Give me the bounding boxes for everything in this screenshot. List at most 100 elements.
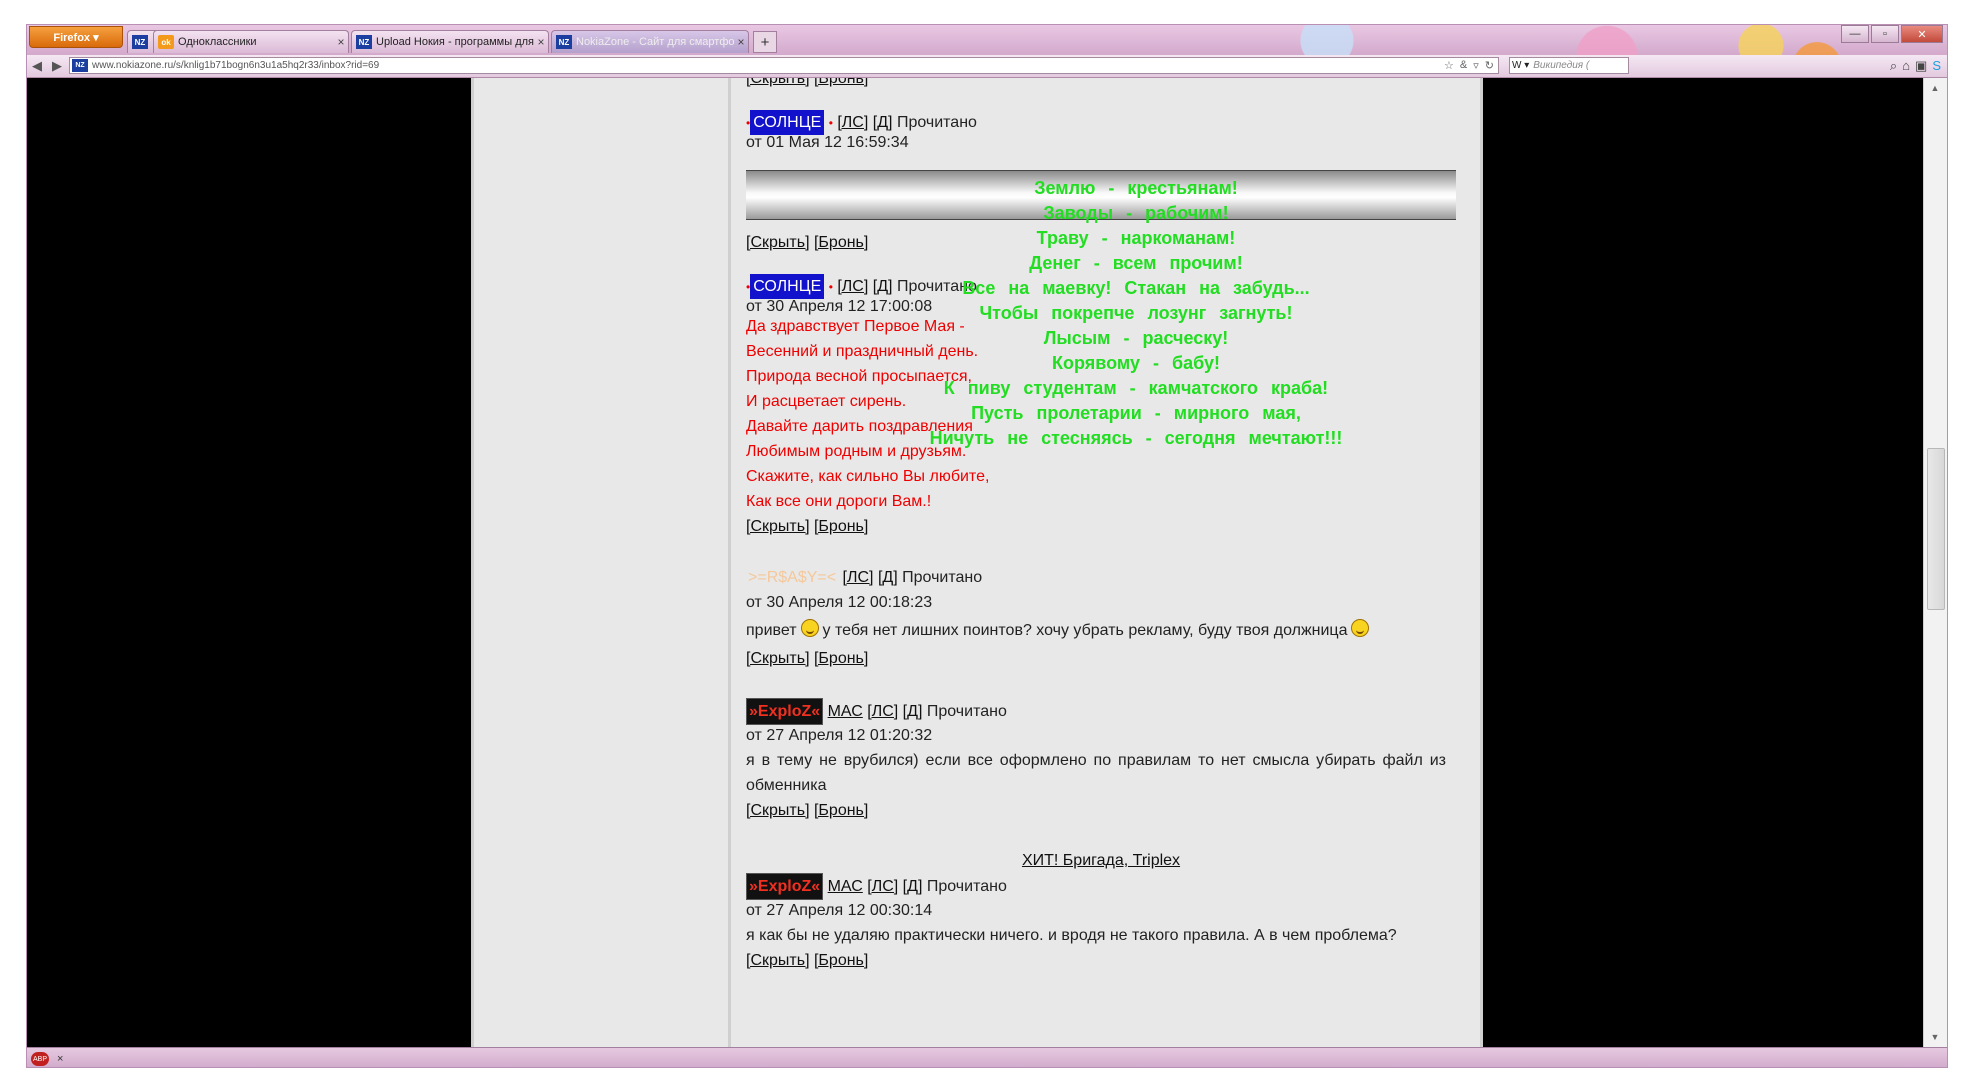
green-poem: Землю - крестьянам! Заводы - рабочим! Тр… bbox=[846, 176, 1426, 451]
tab-close-icon[interactable]: × bbox=[534, 35, 548, 49]
clan-badge: »ExploZ« bbox=[746, 873, 824, 900]
d-link[interactable]: [Д] bbox=[878, 569, 898, 586]
message-text-part: привет bbox=[746, 622, 797, 639]
status-bar: ABP × bbox=[27, 1047, 1947, 1067]
ban-link[interactable]: [Бронь] bbox=[814, 78, 868, 87]
message-actions: [Скрыть] [Бронь] bbox=[746, 514, 868, 539]
tab-label: NokiaZone - Сайт для смартфонов ... bbox=[576, 36, 734, 48]
status-dot-icon: • bbox=[828, 280, 833, 294]
message-date: от 27 Апреля 12 01:20:32 bbox=[746, 727, 933, 744]
home-icon[interactable]: ⌂ bbox=[1902, 58, 1910, 74]
ok-favicon-icon: ok bbox=[158, 35, 174, 49]
search-icon[interactable]: ⌕ bbox=[1890, 58, 1897, 74]
nz-favicon-icon: NZ bbox=[132, 35, 148, 49]
read-status: Прочитано bbox=[926, 703, 1007, 720]
smiley-icon bbox=[800, 619, 819, 637]
poem-line: Землю - крестьянам! bbox=[1034, 178, 1238, 198]
message-text: я как бы не удаляю практически ничего. и… bbox=[746, 927, 1397, 944]
ls-link[interactable]: [ЛС] bbox=[843, 569, 874, 586]
message-date: от 30 Апреля 12 00:18:23 bbox=[746, 594, 933, 611]
tab-bar: Firefox ▾ NZ ok Одноклассники × NZ Uploa… bbox=[27, 25, 1947, 77]
message-header: »ExploZ« МАС [ЛС] [Д] Прочитано bbox=[746, 698, 1007, 725]
user-nick[interactable]: МАС bbox=[828, 703, 863, 720]
topic-link[interactable]: ХИТ! Бригада, Triplex bbox=[1022, 852, 1180, 869]
toolbar-icons: ⌕ ⌂ ▣ S bbox=[1890, 58, 1941, 74]
ban-link[interactable]: [Бронь] bbox=[814, 952, 868, 969]
search-engine-selector[interactable]: W ▾ bbox=[1512, 60, 1529, 71]
tab-close-icon[interactable]: × bbox=[734, 35, 748, 49]
scroll-thumb[interactable] bbox=[1927, 448, 1945, 610]
message-line: Как все они дороги Вам.! bbox=[746, 493, 932, 510]
tab-label: Upload Нокия - программы для см... bbox=[376, 36, 534, 48]
hide-link[interactable]: [Скрыть] bbox=[746, 234, 810, 251]
adblock-icon[interactable]: ABP bbox=[31, 1052, 49, 1066]
new-tab-button[interactable]: + bbox=[753, 31, 777, 53]
user-nick[interactable]: МАС bbox=[828, 878, 863, 895]
site-frame: [Скрыть] [Бронь] • СОЛНЦЕ • [ЛС] [Д] Проч… bbox=[471, 78, 1483, 1047]
hide-link[interactable]: [Скрыть] bbox=[746, 518, 810, 535]
bookmark-star-icon[interactable]: ☆ bbox=[1444, 59, 1454, 72]
address-bar[interactable]: NZ www.nokiazone.ru/s/knlig1b71bogn6n3u1… bbox=[69, 57, 1499, 74]
skype-icon[interactable]: S bbox=[1932, 58, 1941, 74]
ban-link[interactable]: [Бронь] bbox=[814, 518, 868, 535]
firefox-menu-button[interactable]: Firefox ▾ bbox=[29, 26, 123, 48]
vertical-scrollbar[interactable]: ▲ ▼ bbox=[1923, 78, 1947, 1047]
topic-link-row: ХИТ! Бригада, Triplex bbox=[746, 848, 1456, 873]
site-identity-icon: NZ bbox=[72, 59, 88, 72]
browser-window: Firefox ▾ NZ ok Одноклассники × NZ Uploa… bbox=[26, 24, 1948, 1068]
message-text: я в тему не врубился) если все оформлено… bbox=[746, 752, 1446, 794]
back-icon[interactable]: ◀ bbox=[27, 57, 47, 75]
message-header: >=R$A$Y=< [ЛС] [Д] Прочитано bbox=[746, 565, 982, 590]
left-column bbox=[474, 78, 731, 1047]
d-link[interactable]: [Д] bbox=[873, 114, 893, 131]
dropdown-arrow-icon[interactable]: ▿ bbox=[1473, 59, 1479, 72]
search-box[interactable]: W ▾ Википедия ( bbox=[1509, 57, 1629, 74]
maximize-button[interactable]: ▫ bbox=[1871, 25, 1899, 43]
forward-icon[interactable]: ▶ bbox=[47, 57, 67, 75]
message-actions: [Скрыть] [Бронь] bbox=[746, 798, 868, 823]
ls-link[interactable]: [ЛС] bbox=[837, 114, 868, 131]
scroll-down-icon[interactable]: ▼ bbox=[1926, 1029, 1944, 1045]
poem-line: Корявому - бабу! bbox=[1052, 353, 1220, 373]
navigation-bar: ◀ ▶ NZ www.nokiazone.ru/s/knlig1b71bogn6… bbox=[27, 55, 1947, 78]
message-date: от 01 Мая 12 16:59:34 bbox=[746, 134, 909, 151]
minimize-button[interactable]: — bbox=[1841, 25, 1869, 43]
user-nick[interactable]: >=R$A$Y=< bbox=[746, 565, 838, 590]
ban-link[interactable]: [Бронь] bbox=[814, 802, 868, 819]
status-dot-icon: • bbox=[828, 116, 833, 130]
window-controls: — ▫ ✕ bbox=[1841, 25, 1943, 43]
ls-link[interactable]: [ЛС] bbox=[867, 878, 898, 895]
poem-line: Заводы - рабочим! bbox=[1043, 203, 1229, 223]
hide-link[interactable]: [Скрыть] bbox=[746, 78, 810, 87]
ban-link[interactable]: [Бронь] bbox=[814, 650, 868, 667]
message-actions: [Скрыть] [Бронь] bbox=[746, 948, 868, 973]
web-page: [Скрыть] [Бронь] • СОЛНЦЕ • [ЛС] [Д] Проч… bbox=[27, 78, 1923, 1047]
scroll-up-icon[interactable]: ▲ bbox=[1926, 80, 1944, 96]
poem-line: Все на маевку! Стакан на забудь... bbox=[962, 278, 1310, 298]
message-date: от 27 Апреля 12 00:30:14 bbox=[746, 902, 933, 919]
message-line: Скажите, как сильно Вы любите, bbox=[746, 468, 990, 485]
ampersand-icon[interactable]: & bbox=[1460, 59, 1467, 72]
addon-icon[interactable]: ▣ bbox=[1915, 58, 1927, 74]
message-header: »ExploZ« МАС [ЛС] [Д] Прочитано bbox=[746, 873, 1007, 900]
tab-label: Одноклассники bbox=[178, 36, 257, 48]
tab-close-icon[interactable]: × bbox=[334, 35, 348, 49]
tab-odnoklassniki[interactable]: ok Одноклассники × bbox=[153, 30, 349, 53]
search-input[interactable]: Википедия ( bbox=[1533, 60, 1589, 71]
ls-link[interactable]: [ЛС] bbox=[867, 703, 898, 720]
poem-line: Лысым - расческу! bbox=[1043, 328, 1229, 348]
hide-link[interactable]: [Скрыть] bbox=[746, 952, 810, 969]
close-window-button[interactable]: ✕ bbox=[1901, 25, 1943, 43]
close-icon[interactable]: × bbox=[57, 1053, 63, 1065]
tab-nokiazone[interactable]: NZ NokiaZone - Сайт для смартфонов ... × bbox=[551, 30, 749, 53]
reload-icon[interactable]: ↻ bbox=[1485, 59, 1494, 72]
d-link[interactable]: [Д] bbox=[903, 703, 923, 720]
top-links: [Скрыть] [Бронь] bbox=[746, 78, 868, 91]
hide-link[interactable]: [Скрыть] bbox=[746, 650, 810, 667]
read-status: Прочитано bbox=[926, 878, 1007, 895]
tab-upload-nokia[interactable]: NZ Upload Нокия - программы для см... × bbox=[351, 30, 549, 53]
hide-link[interactable]: [Скрыть] bbox=[746, 802, 810, 819]
d-link[interactable]: [Д] bbox=[903, 878, 923, 895]
poem-line: Траву - наркоманам! bbox=[1036, 228, 1236, 248]
message-text: привет у тебя нет лишних поинтов? хочу уб… bbox=[746, 618, 1373, 643]
